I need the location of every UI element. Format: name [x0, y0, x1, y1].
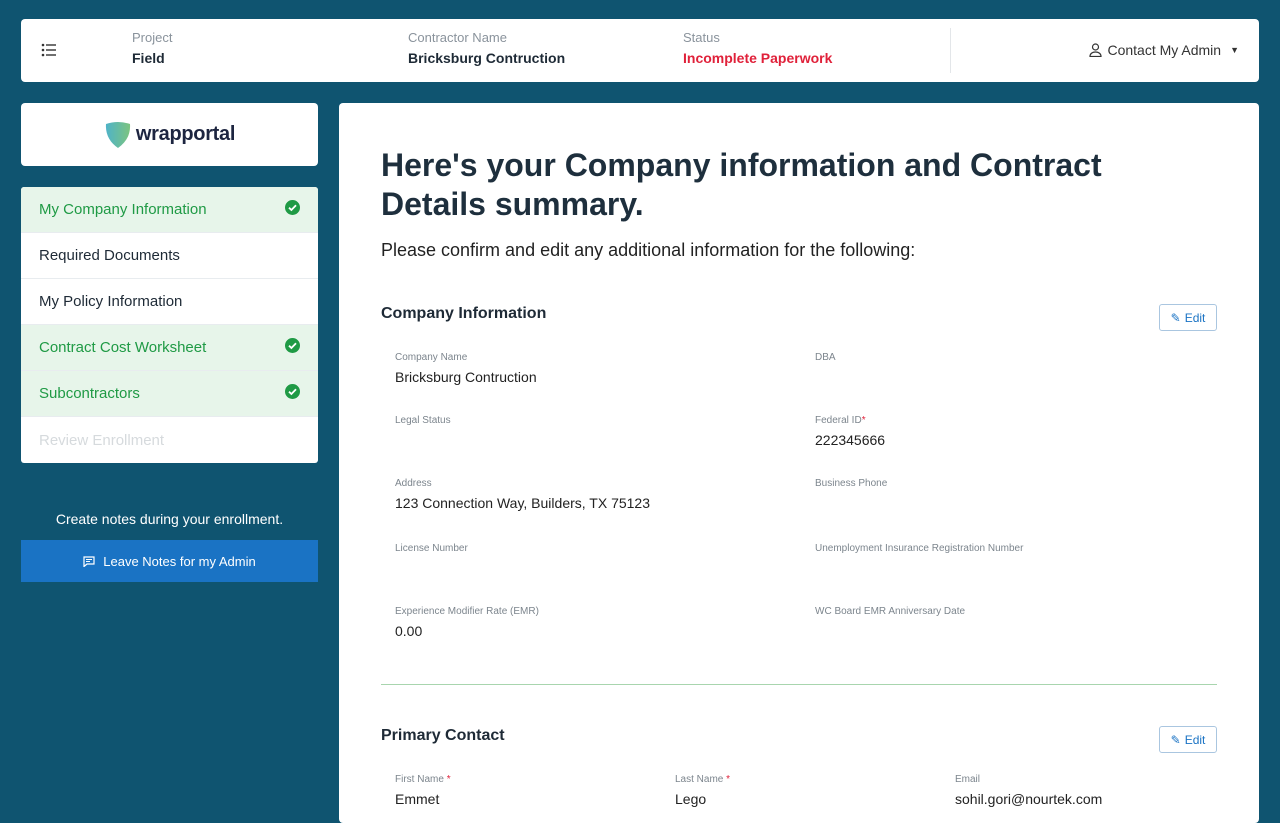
sidebar-item-subcontractors[interactable]: Subcontractors	[21, 371, 318, 417]
edit-icon: ✎	[1170, 310, 1181, 325]
sidebar-item-label: Required Documents	[39, 247, 180, 264]
caret-down-icon: ▼	[1230, 45, 1239, 55]
status-value: Incomplete Paperwork	[683, 50, 833, 66]
section-divider	[381, 684, 1217, 685]
page-title: Here's your Company information and Cont…	[381, 147, 1102, 222]
field-license-number: License Number	[395, 543, 468, 554]
field-email: Email sohil.gori@nourtek.com	[955, 774, 1103, 807]
logo: wrapportal	[21, 103, 318, 166]
field-federal-id: Federal ID* 222345666	[815, 415, 886, 448]
contractor-label: Contractor Name	[408, 30, 507, 45]
status-label: Status	[683, 30, 720, 45]
edit-contact-button[interactable]: ✎ Edit	[1159, 726, 1217, 753]
edit-company-button[interactable]: ✎ Edit	[1159, 304, 1217, 331]
project-label: Project	[132, 30, 173, 45]
page-subtitle: Please confirm and edit any additional i…	[381, 240, 916, 260]
primary-contact-title: Primary Contact	[381, 727, 505, 744]
field-emr: Experience Modifier Rate (EMR) 0.00	[395, 606, 539, 639]
note-icon	[83, 555, 95, 567]
leave-notes-button[interactable]: Leave Notes for my Admin	[21, 540, 318, 582]
field-unemployment-registration: Unemployment Insurance Registration Numb…	[815, 543, 1024, 554]
summary-panel: Here's your Company information and Cont…	[339, 103, 1259, 823]
sidebar-item-contract-cost-worksheet[interactable]: Contract Cost Worksheet	[21, 325, 318, 371]
check-circle-icon	[285, 384, 300, 403]
leave-notes-label: Leave Notes for my Admin	[103, 553, 256, 569]
list-menu-icon[interactable]	[41, 43, 57, 57]
field-address: Address 123 Connection Way, Builders, TX …	[395, 478, 651, 511]
user-icon	[1089, 43, 1103, 57]
top-header: Project Field Contractor Name Bricksburg C…	[21, 19, 1259, 82]
logo-text: wrapportal	[135, 123, 236, 145]
project-value: Field	[132, 50, 165, 66]
field-legal-status: Legal Status	[395, 415, 451, 426]
header-divider	[950, 28, 951, 73]
sidebar-item-required-documents[interactable]: Required Documents	[21, 233, 318, 279]
sidebar-item-label: My Company Information	[39, 201, 207, 218]
check-circle-icon	[285, 200, 300, 219]
sidebar-item-label: Contract Cost Worksheet	[39, 339, 207, 356]
project-info: Project Field	[132, 30, 172, 66]
sidebar-item-label: Review Enrollment	[39, 431, 165, 449]
sidebar-item-my-policy-information[interactable]: My Policy Information	[21, 279, 318, 325]
contractor-info: Contractor Name Bricksburg Contruction	[408, 30, 565, 66]
contact-admin-label: Contact My Admin	[1107, 42, 1222, 58]
field-business-phone: Business Phone	[815, 478, 888, 489]
contact-admin-dropdown[interactable]: Contact My Admin ▼	[1089, 42, 1239, 58]
check-circle-icon	[285, 338, 300, 357]
shield-logo-icon	[105, 121, 130, 148]
edit-label: Edit	[1184, 732, 1206, 747]
edit-icon: ✎	[1170, 732, 1181, 747]
sidebar-item-review-enrollment: Review Enrollment	[21, 417, 318, 463]
sidebar-item-label: My Policy Information	[39, 293, 183, 310]
field-last-name: Last Name * Lego	[675, 774, 731, 807]
notes-prompt: Create notes during your enrollment.	[55, 511, 284, 527]
field-company-name: Company Name Bricksburg Contruction	[395, 352, 537, 385]
contractor-value: Bricksburg Contruction	[408, 50, 566, 66]
sidebar-item-label: Subcontractors	[39, 385, 140, 402]
sidebar-nav: My Company Information Required Document…	[21, 187, 318, 463]
field-dba: DBA	[815, 352, 836, 363]
company-information-title: Company Information	[381, 305, 547, 322]
sidebar-item-my-company-information[interactable]: My Company Information	[21, 187, 318, 233]
status-info: Status Incomplete Paperwork	[683, 30, 832, 66]
edit-label: Edit	[1184, 310, 1206, 325]
field-first-name: First Name * Emmet	[395, 774, 451, 807]
field-emr-anniversary: WC Board EMR Anniversary Date	[815, 606, 966, 617]
